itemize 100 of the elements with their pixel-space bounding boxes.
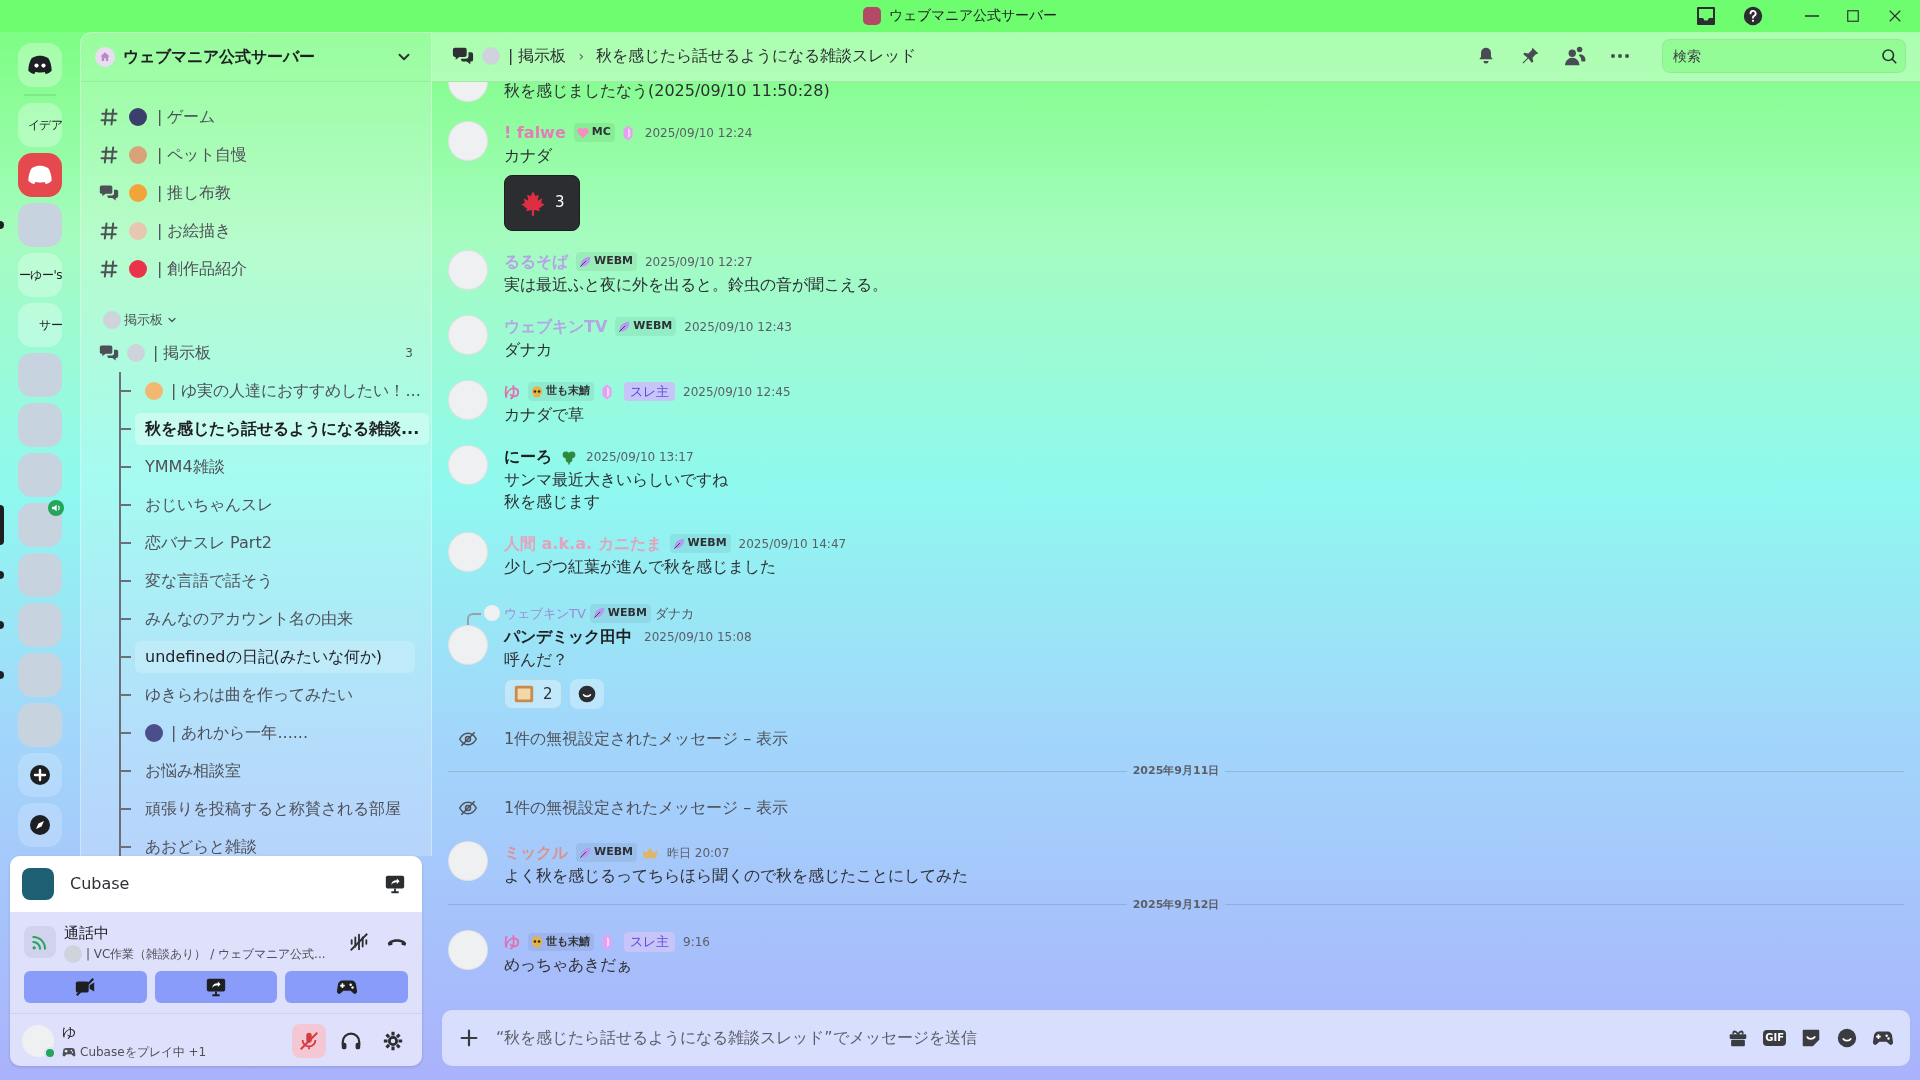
noise-suppression-button[interactable] [348, 931, 370, 954]
thread-item[interactable]: 秋を感じたら話せるようになる雑談... [135, 412, 430, 445]
hash-icon [99, 259, 119, 279]
window-title: ウェブマニア公式サーバー [889, 6, 1057, 26]
server-button[interactable] [18, 152, 62, 197]
hash-icon [99, 221, 119, 241]
avatar [448, 444, 488, 485]
author-name[interactable]: にーろ [504, 444, 552, 469]
thread-item[interactable]: ゆきらわは曲を作ってみたい [135, 678, 415, 711]
show-link[interactable]: 表示 [756, 797, 789, 817]
server-button[interactable]: ーゆー's [18, 252, 62, 297]
message-text: カナダ [504, 144, 553, 167]
explore-button[interactable] [18, 802, 62, 847]
role-tag: MC [573, 123, 615, 142]
message-text: 秋を感じます [504, 490, 601, 513]
message-text: カナダで草 [504, 403, 585, 426]
app-icon [22, 868, 54, 901]
forum-name[interactable]: | 掲示板 [508, 44, 567, 69]
avatar [448, 840, 488, 881]
channel-item[interactable]: | 掲示板 [99, 340, 396, 365]
emoji-icon [129, 184, 147, 202]
leaf-icon [591, 606, 606, 621]
search-field[interactable]: 検索 [1662, 39, 1906, 74]
more-icon [1610, 53, 1630, 60]
camera-button[interactable] [24, 970, 147, 1003]
camera-icon [74, 975, 97, 998]
channel-item[interactable]: | ペット自慢 [89, 136, 423, 174]
share-screen-button[interactable] [384, 873, 406, 896]
activity-button[interactable] [285, 970, 408, 1003]
channel-item[interactable]: | ゲーム [89, 98, 423, 136]
leaf-icon [671, 536, 686, 551]
channel-item[interactable]: | 推し布教 [89, 174, 423, 212]
thread-item[interactable]: 恋バナスレ Part2 [135, 526, 415, 559]
minimize-button[interactable] [1804, 13, 1820, 18]
timestamp: 2025/09/10 12:43 [684, 318, 792, 336]
category-label[interactable]: 掲示板 [124, 310, 163, 330]
emoji-icon [129, 222, 147, 240]
emoji-button[interactable] [1836, 1027, 1858, 1049]
voice-channel-link[interactable]: | VC作業（雑談あり） / ウェブマニア公式... [86, 944, 326, 963]
reaction-button[interactable]: 3 [504, 174, 580, 231]
author-name[interactable]: パンデミック田中 [504, 625, 632, 650]
role-tag: WEBM [615, 317, 677, 336]
share-screen-icon [384, 873, 406, 896]
role-tag: 世も末鯖 [528, 382, 594, 401]
thread-item[interactable]: みんなのアカウント名の由来 [135, 602, 415, 635]
mute-button[interactable] [292, 1024, 326, 1059]
timestamp: 2025/09/10 14:47 [738, 535, 847, 553]
thread-item[interactable]: おじいちゃんスレ [135, 488, 415, 521]
thread-item[interactable]: undefinedの日記(みたいな何か) [135, 640, 415, 673]
share-screen-button[interactable] [154, 970, 278, 1003]
thread-item[interactable]: | あれから一年...... [135, 716, 415, 749]
skull-icon [530, 935, 544, 950]
avatar [448, 314, 488, 355]
show-link[interactable]: 表示 [756, 729, 789, 749]
thread-item[interactable]: 頑張りを投稿すると称賛される部屋 [135, 792, 415, 825]
server-button[interactable]: イデア [18, 102, 62, 147]
reaction-button[interactable]: 2 [504, 679, 562, 710]
avatar [448, 930, 488, 971]
reply-text[interactable]: ダナカ [654, 603, 694, 624]
ignored-message-text: 1件の無視設定されたメッセージ – 表示 [504, 796, 789, 819]
message-input[interactable]: “秋を感じたら話せるようになる雑談スレッド”でメッセージを送信 [494, 1025, 1714, 1051]
leaf-icon [578, 845, 592, 860]
help-button[interactable] [1742, 4, 1764, 27]
voice-status[interactable]: 通話中 [64, 922, 332, 945]
help-icon [1742, 4, 1764, 27]
server-button[interactable]: サー [18, 302, 62, 347]
add-reaction-button[interactable] [569, 679, 604, 710]
timestamp: 2025/09/10 15:08 [644, 629, 752, 647]
thread-item[interactable]: あおどらと雑談 [135, 830, 415, 857]
thread-item[interactable]: お悩み相談室 [135, 754, 415, 787]
role-tag: スレ主 [624, 932, 675, 952]
mute-icon [298, 1030, 320, 1053]
home-button[interactable] [18, 42, 62, 87]
attach-button[interactable] [458, 1027, 480, 1049]
thread-item[interactable]: YMM4雑談 [135, 450, 415, 483]
gif-button[interactable]: GIF [1763, 1030, 1786, 1046]
more-button[interactable] [1610, 53, 1630, 60]
message-field[interactable]: “秋を感じたら話せるようになる雑談スレッド”でメッセージを送信 GIF [442, 1010, 1910, 1066]
server-name[interactable]: ウェブマニア公式サーバー [123, 44, 387, 69]
channel-item[interactable]: | 創作品紹介 [89, 250, 423, 288]
add-server-button[interactable] [18, 752, 62, 797]
heart-icon [575, 125, 590, 140]
emoji-icon [482, 47, 500, 66]
emoji-icon [64, 944, 82, 963]
channel-item[interactable]: | お絵描き [89, 212, 423, 250]
emoji-icon [145, 723, 163, 742]
attach-icon [458, 1027, 480, 1049]
sticker-button[interactable] [1800, 1027, 1822, 1049]
emoji-icon [1836, 1027, 1858, 1049]
message-text: 少しづつ紅葉が進んで秋を感じました [504, 555, 777, 578]
timestamp: 2025/09/10 13:17 [586, 448, 694, 466]
thread-item[interactable]: | ゆ実の人達におすすめしたい！... [135, 374, 431, 407]
emoji-icon [129, 108, 147, 126]
avatar [448, 120, 488, 161]
members-button[interactable] [1564, 45, 1586, 68]
timestamp: 2025/09/10 12:27 [645, 253, 753, 271]
thread-title: 秋を感じたら話せるようになる雑談スレッド [596, 45, 918, 68]
thread-item[interactable]: 変な言語で話そう [135, 564, 415, 597]
role-tag: WEBM [576, 843, 637, 862]
role-tag: WEBM [589, 604, 651, 623]
